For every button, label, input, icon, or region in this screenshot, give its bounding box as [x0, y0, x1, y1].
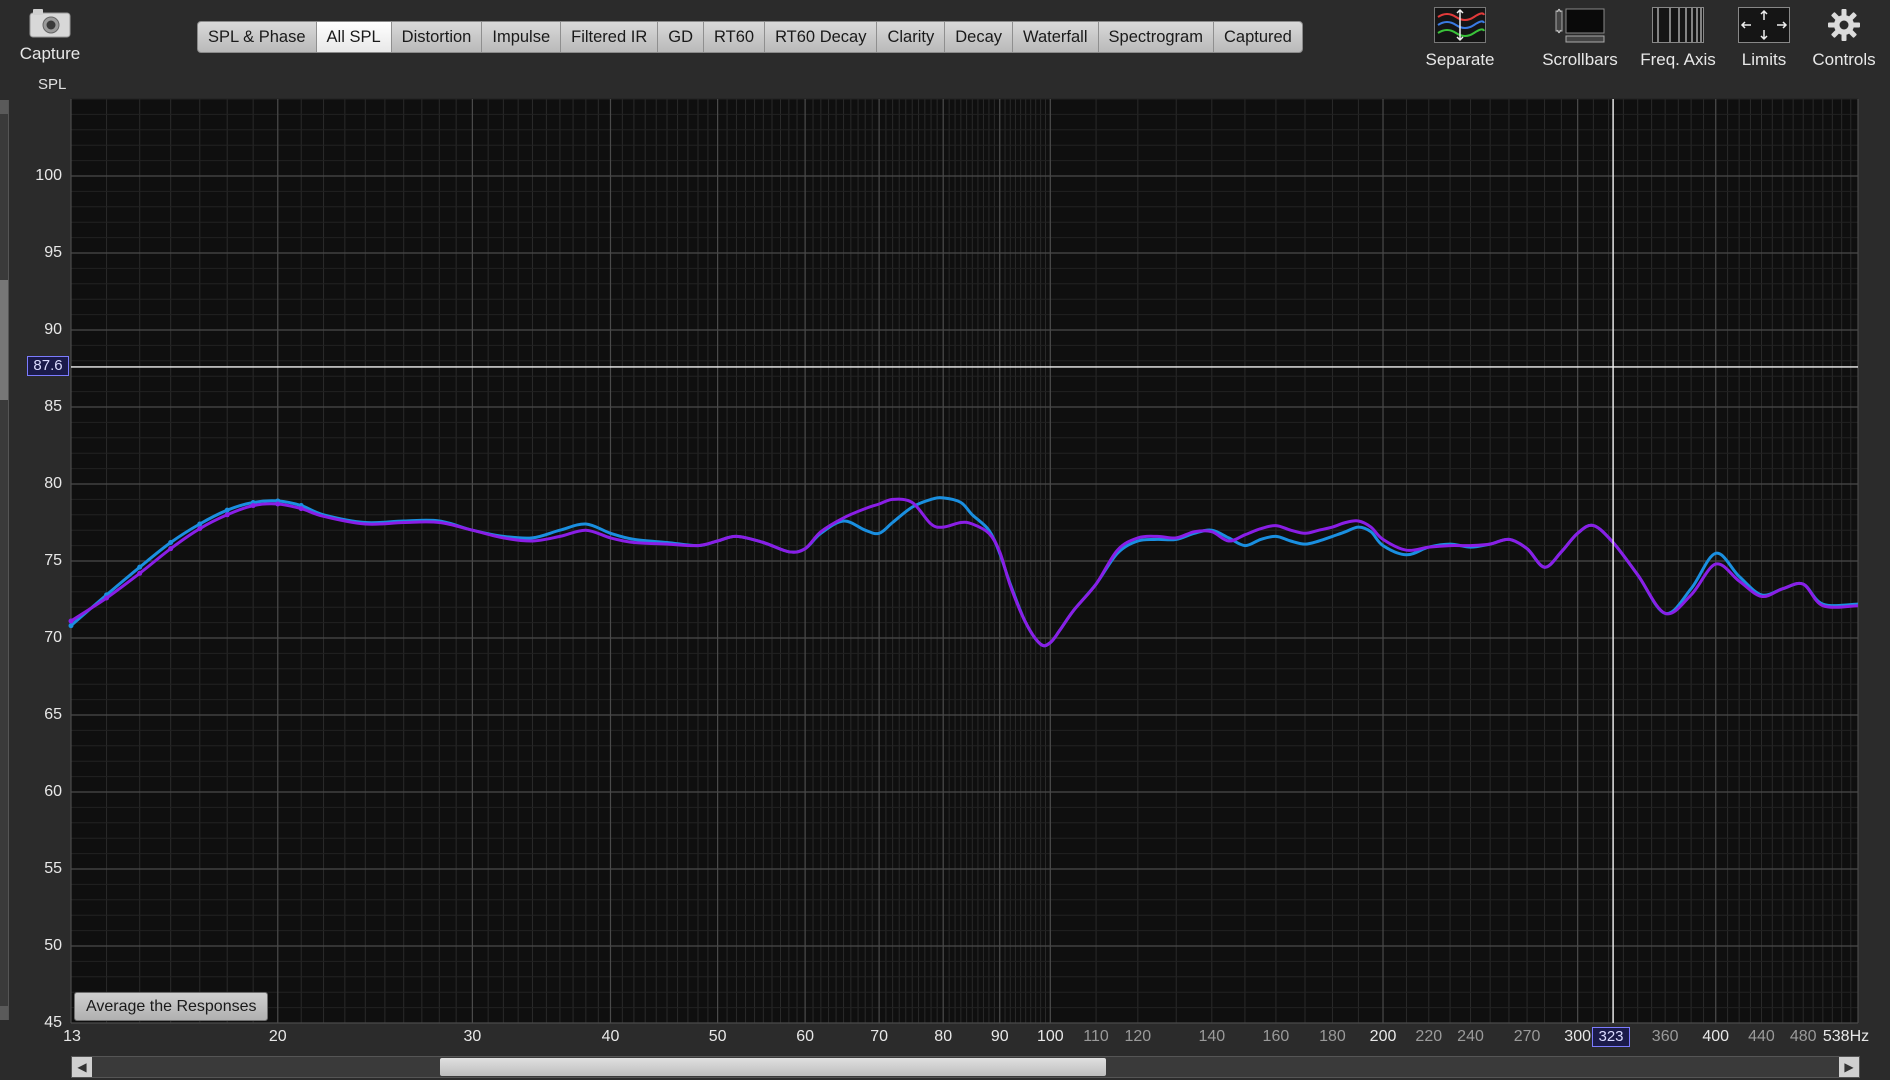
x-tick-label: 538Hz: [1822, 1028, 1870, 1045]
x-tick-label: 440: [1748, 1028, 1775, 1045]
x-tick-label: 240: [1457, 1028, 1484, 1045]
x-tick-label: 200: [1369, 1028, 1397, 1045]
x-tick-label: 180: [1319, 1028, 1346, 1045]
x-tick-label: 360: [1651, 1028, 1679, 1045]
y-tick-label: 90: [44, 321, 62, 338]
x-tick-label: 60: [796, 1028, 815, 1045]
spl-series-2-point: [224, 512, 230, 518]
y-tick-label: 85: [44, 398, 62, 415]
y-tick-label: 55: [44, 860, 62, 877]
x-tick-label: 480: [1789, 1028, 1817, 1045]
x-tick-label: 110: [1083, 1028, 1109, 1045]
x-tick-label: 300: [1564, 1028, 1591, 1045]
spl-series-2-point: [68, 618, 74, 624]
y-tick-label: 95: [44, 244, 62, 261]
y-tick-label: 100: [35, 167, 62, 184]
y-tick-label: 45: [44, 1014, 62, 1031]
horizontal-scrollbar[interactable]: ◀ ▶: [71, 1056, 1860, 1078]
y-tick-label: 70: [44, 629, 62, 646]
y-tick-label: 75: [44, 552, 62, 569]
spl-series-1-point: [168, 540, 174, 546]
cursor-spl-readout: 87.6: [27, 356, 69, 376]
spl-series-2-point: [168, 546, 174, 552]
y-tick-label: 50: [44, 937, 62, 954]
x-tick-label: 50: [708, 1028, 727, 1045]
x-tick-label: 220: [1415, 1028, 1443, 1045]
spl-series-2-point: [137, 570, 143, 576]
cursor-frequency-readout: 323: [1592, 1027, 1630, 1047]
x-tick-label: 270: [1513, 1028, 1541, 1045]
scroll-left-arrow[interactable]: ◀: [72, 1057, 92, 1077]
x-tick-label: 20: [268, 1028, 287, 1045]
y-tick-label: 60: [44, 783, 62, 800]
x-tick-label: 160: [1262, 1028, 1290, 1045]
spl-series-2-point: [104, 595, 110, 601]
x-tick-label: 120: [1124, 1028, 1152, 1045]
spl-series-1-point: [197, 521, 203, 527]
average-responses-button[interactable]: Average the Responses: [74, 992, 269, 1021]
spl-chart: [68, 98, 1859, 1024]
spl-series-2-point: [197, 526, 203, 532]
y-tick-label: 80: [44, 475, 62, 492]
scroll-right-arrow[interactable]: ▶: [1839, 1057, 1859, 1077]
x-tick-label: 70: [870, 1028, 888, 1045]
spl-series-1-point: [68, 623, 74, 629]
spl-series-1-point: [224, 507, 230, 513]
x-tick-label: 140: [1198, 1028, 1226, 1045]
x-tick-label: 400: [1702, 1028, 1730, 1045]
spl-series-1-point: [137, 564, 143, 570]
x-tick-label: 40: [601, 1028, 620, 1045]
spl-series-2-point: [275, 501, 281, 507]
x-tick-label: 100: [1036, 1028, 1064, 1045]
x-tick-label: 13: [63, 1028, 81, 1045]
x-tick-label: 90: [990, 1028, 1009, 1045]
x-tick-label: 80: [934, 1028, 953, 1045]
spl-series-2-line: [70, 497, 1859, 648]
spl-series-2-point: [250, 503, 256, 509]
spl-series-2-point: [298, 506, 304, 512]
y-tick-label: 65: [44, 706, 62, 723]
horizontal-scroll-thumb[interactable]: [440, 1058, 1106, 1076]
x-tick-label: 30: [463, 1028, 482, 1045]
